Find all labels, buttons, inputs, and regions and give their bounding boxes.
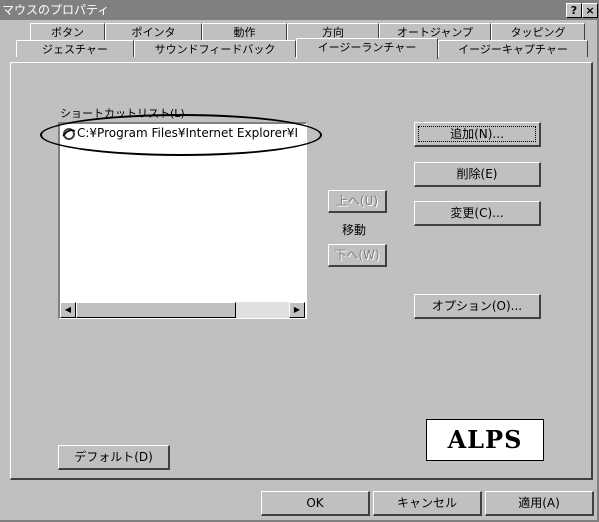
- ok-button[interactable]: OK: [261, 491, 370, 516]
- focus-indicator: [418, 126, 536, 142]
- tab-sound-feedback[interactable]: サウンドフィードバック: [134, 40, 296, 57]
- move-up-button[interactable]: 上へ(U): [328, 190, 387, 213]
- tab-gesture[interactable]: ジェスチャー: [16, 40, 134, 57]
- tab-pointer[interactable]: ポインタ: [105, 23, 202, 40]
- default-button[interactable]: デフォルト(D): [58, 445, 170, 470]
- list-item[interactable]: C:¥Program Files¥Internet Explorer¥I: [62, 126, 298, 141]
- list-item-text: C:¥Program Files¥Internet Explorer¥I: [77, 126, 299, 140]
- tab-tapping[interactable]: タッピング: [491, 23, 585, 40]
- alps-logo: ALPS: [426, 419, 544, 461]
- window-title: マウスのプロパティ: [2, 3, 110, 17]
- mouse-properties-dialog: マウスのプロパティ ? × ボタン ポインタ 動作 方向 オートジャンプ タッピ…: [0, 0, 599, 522]
- internet-explorer-icon: [62, 127, 76, 141]
- tab-buttons[interactable]: ボタン: [30, 23, 105, 40]
- apply-button[interactable]: 適用(A): [485, 491, 594, 516]
- move-label: 移動: [342, 223, 367, 237]
- shortcut-list-label: ショートカットリスト(L): [60, 107, 185, 120]
- delete-button[interactable]: 削除(E): [414, 162, 541, 187]
- shortcut-list[interactable]: C:¥Program Files¥Internet Explorer¥I ◀ ▶: [58, 122, 307, 319]
- help-button[interactable]: ?: [566, 3, 582, 18]
- scroll-thumb[interactable]: [76, 302, 236, 318]
- tab-easy-capture[interactable]: イージーキャプチャー: [438, 40, 588, 57]
- options-button[interactable]: オプション(O)...: [414, 294, 541, 319]
- title-bar: マウスのプロパティ ? ×: [0, 0, 598, 20]
- horizontal-scrollbar[interactable]: ◀ ▶: [60, 302, 305, 318]
- move-down-button[interactable]: 下へ(W): [328, 244, 387, 267]
- tab-easy-launcher[interactable]: イージーランチャー: [296, 38, 438, 59]
- close-button[interactable]: ×: [582, 3, 598, 18]
- change-button[interactable]: 変更(C)...: [414, 201, 541, 226]
- scroll-right-icon[interactable]: ▶: [289, 302, 305, 318]
- cancel-button[interactable]: キャンセル: [373, 491, 482, 516]
- scroll-left-icon[interactable]: ◀: [60, 302, 76, 318]
- add-button[interactable]: 追加(N)...: [414, 122, 541, 147]
- tab-motion[interactable]: 動作: [202, 23, 287, 40]
